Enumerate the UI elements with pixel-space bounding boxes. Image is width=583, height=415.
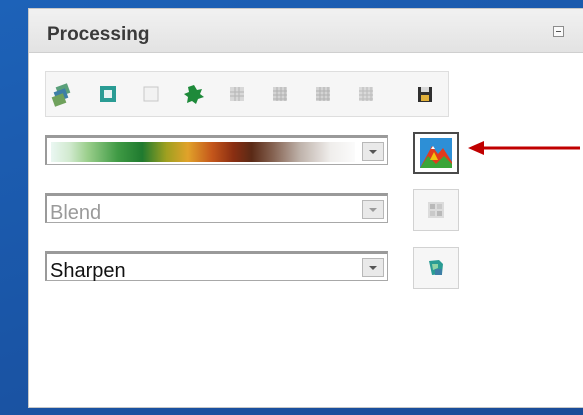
grid-icon[interactable] bbox=[351, 81, 381, 109]
sharpen-value: Sharpen bbox=[50, 260, 126, 282]
chevron-down-icon[interactable] bbox=[362, 142, 384, 161]
blend-icon bbox=[428, 202, 444, 218]
apply-colormap-button[interactable] bbox=[413, 132, 459, 174]
chevron-down-icon[interactable] bbox=[362, 200, 384, 219]
apply-sharpen-button[interactable] bbox=[413, 247, 459, 289]
blend-value: Blend bbox=[50, 202, 102, 224]
grid-icon[interactable] bbox=[265, 81, 295, 109]
panel-titlebar: Processing bbox=[29, 9, 583, 53]
layers-icon[interactable] bbox=[48, 81, 78, 109]
sharpen-icon bbox=[429, 260, 443, 275]
sharpen-dropdown[interactable]: Sharpen bbox=[45, 251, 388, 282]
leaf-icon[interactable] bbox=[179, 81, 209, 109]
colormap-gradient-preview bbox=[51, 142, 355, 162]
grid-icon[interactable] bbox=[222, 81, 252, 109]
processing-panel: Processing Blend Sharpen bbox=[28, 8, 583, 408]
image-frame-icon[interactable] bbox=[93, 81, 123, 109]
annotation-arrow-icon bbox=[468, 141, 580, 155]
colormap-dropdown[interactable] bbox=[45, 135, 388, 165]
blend-dropdown[interactable]: Blend bbox=[45, 193, 388, 224]
save-icon[interactable] bbox=[410, 81, 440, 109]
chevron-down-icon[interactable] bbox=[362, 258, 384, 277]
hillshade-icon bbox=[420, 138, 452, 168]
collapse-icon[interactable] bbox=[553, 26, 564, 37]
apply-blend-button[interactable] bbox=[413, 189, 459, 231]
processing-toolbar bbox=[45, 71, 449, 117]
blank-icon[interactable] bbox=[136, 81, 166, 109]
grid-icon[interactable] bbox=[308, 81, 338, 109]
panel-title: Processing bbox=[47, 24, 150, 45]
